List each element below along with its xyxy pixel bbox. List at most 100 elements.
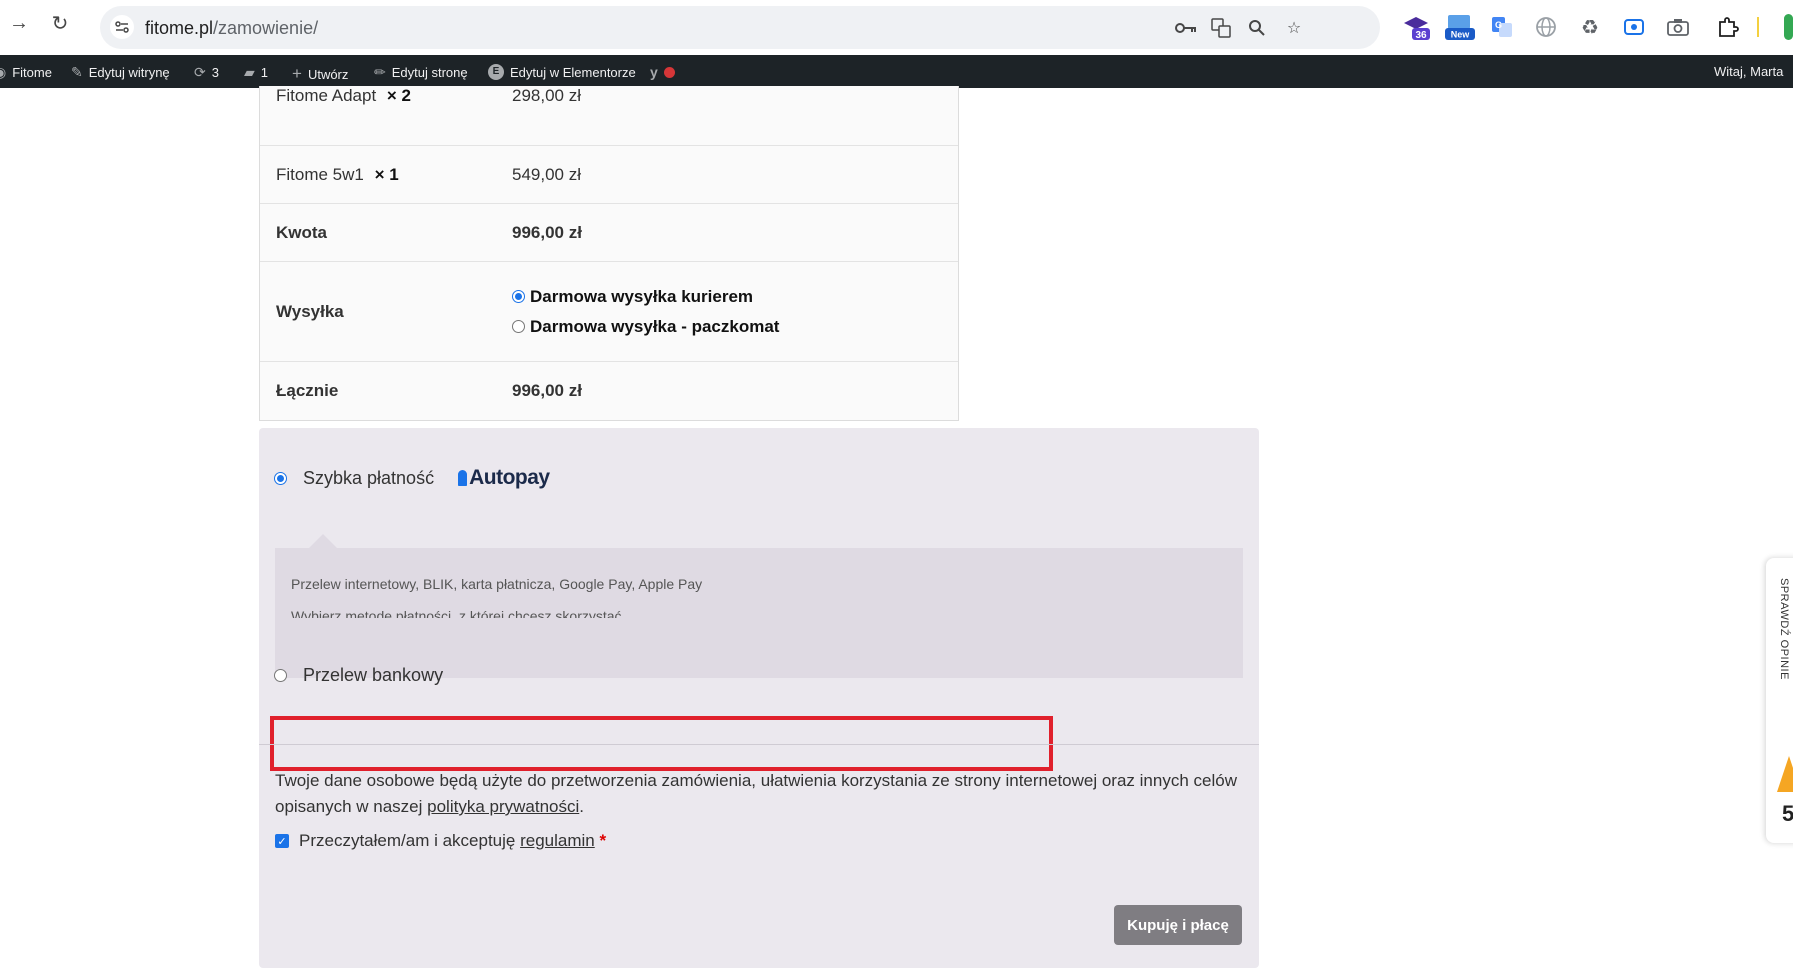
autopay-logo-text: Autopay bbox=[469, 466, 550, 489]
site-info-icon[interactable] bbox=[110, 15, 134, 39]
privacy-policy-link[interactable]: polityka prywatności bbox=[427, 797, 579, 816]
extension-new-badge: New bbox=[1451, 30, 1471, 40]
subtotal-row: Kwota 996,00 zł bbox=[260, 204, 958, 262]
terms-link[interactable]: regulamin bbox=[520, 831, 595, 850]
adminbar-new[interactable]: + Utwórz bbox=[292, 64, 348, 84]
reviews-side-tab[interactable]: SPRAWDŹ OPINIE 5 bbox=[1766, 558, 1793, 843]
address-bar[interactable]: fitome.pl/zamowienie/ ☆ bbox=[100, 6, 1380, 49]
autopay-logo: Autopay bbox=[458, 466, 550, 490]
adminbar-comments[interactable]: ▰ 1 bbox=[244, 64, 268, 81]
plus-icon: + bbox=[292, 64, 302, 83]
payment-method-bank-transfer[interactable]: Przelew bankowy bbox=[274, 665, 443, 686]
subtotal-label: Kwota bbox=[276, 222, 327, 242]
adminbar-customize[interactable]: ✎ Edytuj witrynę bbox=[71, 64, 170, 81]
reviews-rating-number: 5 bbox=[1782, 801, 1793, 826]
privacy-text-end: . bbox=[579, 797, 584, 816]
yoast-icon: y bbox=[650, 64, 658, 80]
terms-checkbox[interactable]: ✓ bbox=[275, 834, 289, 848]
product-name: Fitome 5w1 bbox=[276, 164, 364, 184]
shipping-options: Darmowa wysyłka kurierem Darmowa wysyłka… bbox=[512, 287, 958, 337]
toolbar-separator bbox=[1756, 13, 1760, 41]
key-icon[interactable] bbox=[1175, 17, 1197, 39]
adminbar-yoast[interactable]: y bbox=[650, 64, 675, 80]
adminbar-site-label: Fitome bbox=[12, 65, 52, 80]
screen-record-extension-icon[interactable] bbox=[1620, 13, 1648, 41]
seo-status-dot bbox=[663, 66, 675, 78]
svg-text:G: G bbox=[1495, 20, 1502, 30]
privacy-text: Twoje dane osobowe będą użyte do przetwo… bbox=[275, 771, 1237, 816]
bookmark-star-icon[interactable]: ☆ bbox=[1283, 17, 1305, 39]
adminbar-elementor[interactable]: E Edytuj w Elementorze bbox=[488, 64, 636, 80]
reviews-tab-label: SPRAWDŹ OPINIE bbox=[1778, 578, 1790, 680]
adminbar-updates-count: 3 bbox=[211, 65, 219, 80]
payment-method-autopay[interactable]: Szybka płatność Autopay bbox=[274, 466, 550, 490]
star-icon bbox=[1777, 756, 1793, 792]
product-qty: × 1 bbox=[374, 164, 399, 184]
product-price: 298,00 zł bbox=[512, 86, 581, 105]
elementor-icon: E bbox=[488, 64, 504, 80]
translate-icon[interactable] bbox=[1210, 17, 1232, 39]
adminbar-edit-label: Edytuj stronę bbox=[391, 65, 468, 80]
google-translate-extension-icon[interactable]: G bbox=[1488, 13, 1516, 41]
adminbar-comments-count: 1 bbox=[260, 65, 269, 80]
payment-fast-label: Szybka płatność bbox=[303, 467, 435, 488]
shipping-radio-locker[interactable] bbox=[512, 319, 525, 333]
table-row: Fitome Adapt × 2 298,00 zł bbox=[260, 86, 958, 146]
extension-badge-count: 36 bbox=[1415, 30, 1427, 41]
table-row: Fitome 5w1 × 1 549,00 zł bbox=[260, 146, 958, 204]
extension-new-icon[interactable]: New bbox=[1444, 13, 1476, 41]
terms-text: Przeczytałem/am i akceptuję bbox=[299, 831, 521, 850]
adminbar-updates[interactable]: ⟳ 3 bbox=[194, 64, 219, 81]
payment-bank-label: Przelew bankowy bbox=[303, 665, 444, 685]
url-host: fitome.pl bbox=[145, 18, 214, 38]
payment-section: Szybka płatność Autopay Przelew internet… bbox=[259, 428, 1259, 968]
dashboard-icon: ◉ bbox=[0, 64, 7, 80]
url-text[interactable]: fitome.pl/zamowienie/ bbox=[145, 18, 318, 39]
place-order-button[interactable]: Kupuję i płacę bbox=[1114, 905, 1242, 945]
payment-radio-bank[interactable] bbox=[274, 669, 287, 682]
payment-radio-autopay[interactable] bbox=[274, 471, 287, 485]
reload-icon[interactable]: ↻ bbox=[47, 10, 73, 36]
pencil-icon: ✏ bbox=[374, 64, 386, 80]
adminbar-customize-label: Edytuj witrynę bbox=[88, 65, 170, 80]
product-name-cell: Fitome Adapt × 2 bbox=[260, 86, 512, 106]
total-value: 996,00 zł bbox=[512, 381, 582, 400]
total-label: Łącznie bbox=[276, 381, 339, 400]
product-price: 549,00 zł bbox=[512, 164, 581, 184]
forward-icon[interactable]: → bbox=[6, 10, 32, 36]
shipping-option-locker[interactable]: Darmowa wysyłka - paczkomat bbox=[512, 317, 958, 337]
required-marker: * bbox=[599, 831, 607, 850]
profile-avatar[interactable] bbox=[1776, 13, 1793, 41]
total-row: Łącznie 996,00 zł bbox=[260, 362, 958, 420]
adminbar-new-label: Utwórz bbox=[307, 66, 349, 82]
zoom-icon[interactable] bbox=[1246, 17, 1268, 39]
extensions-puzzle-icon[interactable] bbox=[1714, 13, 1742, 41]
wp-admin-bar: ◉ Fitome ✎ Edytuj witrynę ⟳ 3 ▰ 1 + Utwó… bbox=[0, 55, 1793, 88]
adminbar-elementor-label: Edytuj w Elementorze bbox=[510, 64, 636, 80]
extension-graduation-icon[interactable]: 36 bbox=[1402, 13, 1430, 41]
payment-divider bbox=[259, 744, 1259, 745]
camera-extension-icon[interactable] bbox=[1664, 13, 1692, 41]
shipping-option-label: Darmowa wysyłka - paczkomat bbox=[530, 316, 780, 336]
subtotal-value: 996,00 zł bbox=[512, 222, 582, 242]
recycle-extension-icon[interactable]: ♻ bbox=[1576, 13, 1604, 41]
description-arrow bbox=[309, 534, 337, 548]
payment-methods-text: Przelew internetowy, BLIK, karta płatnic… bbox=[291, 576, 703, 592]
adminbar-site[interactable]: ◉ Fitome bbox=[0, 64, 52, 81]
globe-extension-icon[interactable] bbox=[1532, 13, 1560, 41]
comment-icon: ▰ bbox=[244, 64, 255, 80]
url-path: /zamowienie/ bbox=[213, 18, 319, 38]
product-qty: × 2 bbox=[386, 86, 412, 105]
shipping-row: Wysyłka Darmowa wysyłka kurierem Darmowa… bbox=[260, 262, 958, 362]
adminbar-edit[interactable]: ✏ Edytuj stronę bbox=[374, 64, 468, 81]
adminbar-account[interactable]: Witaj, Marta bbox=[1714, 64, 1783, 79]
shipping-label: Wysyłka bbox=[276, 301, 344, 321]
updates-icon: ⟳ bbox=[194, 64, 206, 80]
shipping-radio-courier[interactable] bbox=[512, 289, 525, 303]
privacy-notice: Twoje dane osobowe będą użyte do przetwo… bbox=[275, 768, 1245, 820]
shipping-option-courier[interactable]: Darmowa wysyłka kurierem bbox=[512, 287, 958, 307]
autopay-mark-icon bbox=[458, 470, 468, 486]
terms-checkbox-row[interactable]: ✓ Przeczytałem/am i akceptuję regulamin … bbox=[275, 831, 606, 851]
adminbar-greeting: Witaj, Marta bbox=[1714, 64, 1784, 79]
order-review-table: Fitome Adapt × 2 298,00 zł Fitome 5w1 × … bbox=[259, 86, 959, 421]
